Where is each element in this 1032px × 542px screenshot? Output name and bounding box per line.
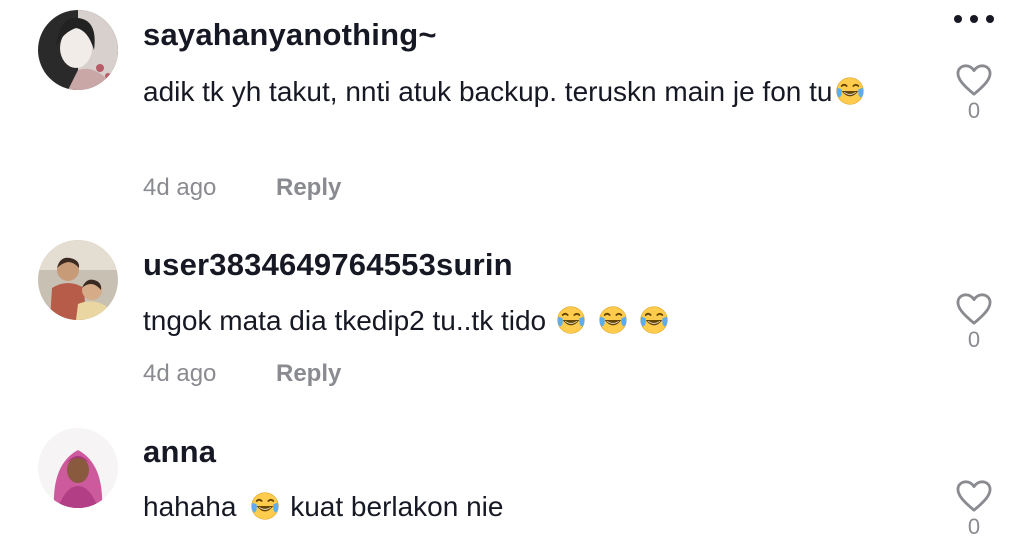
heart-icon[interactable] [955,479,993,513]
avatar[interactable] [38,240,118,320]
reply-button[interactable]: Reply [276,360,341,388]
comment-text: tngok mata dia tkedip2 tu..tk tido [143,299,923,342]
comment-text-content-after-emoji: kuat berlakon nie [290,491,504,522]
tears-of-joy-emoji-icon [598,305,628,335]
comment-text-content: tngok mata dia tkedip2 tu..tk tido [143,305,547,336]
heart-icon[interactable] [955,292,993,326]
heart-icon[interactable] [955,63,993,97]
like-button[interactable]: 0 [953,292,995,353]
tears-of-joy-emoji-icon [639,305,669,335]
comment-meta: 4d ago Reply [143,174,341,202]
comment-timestamp: 4d ago [143,174,217,201]
comment-text: adik tk yh takut, nnti atuk backup. teru… [143,70,923,113]
comment-username[interactable]: anna [143,434,216,470]
like-count: 0 [967,327,981,352]
more-options-icon[interactable] [950,10,998,30]
tears-of-joy-emoji-icon [835,76,865,106]
like-button[interactable]: 0 [953,63,995,124]
comment-text: hahaha kuat berlakon nie [143,485,923,528]
like-count: 0 [967,514,981,539]
reply-button[interactable]: Reply [276,174,341,202]
comment-text-content: adik tk yh takut, nnti atuk backup. teru… [143,76,833,107]
comment-meta: 4d ago Reply [143,360,341,388]
like-count: 0 [967,98,981,123]
comment-timestamp: 4d ago [143,360,217,387]
tears-of-joy-emoji-icon [556,305,586,335]
comment-username[interactable]: sayahanyanothing~ [143,17,437,53]
tears-of-joy-emoji-icon [250,491,280,521]
avatar[interactable] [38,428,118,508]
comment-text-content: hahaha [143,491,237,522]
avatar[interactable] [38,10,118,90]
comment-username[interactable]: user3834649764553surin [143,247,513,283]
like-button[interactable]: 0 [953,479,995,540]
